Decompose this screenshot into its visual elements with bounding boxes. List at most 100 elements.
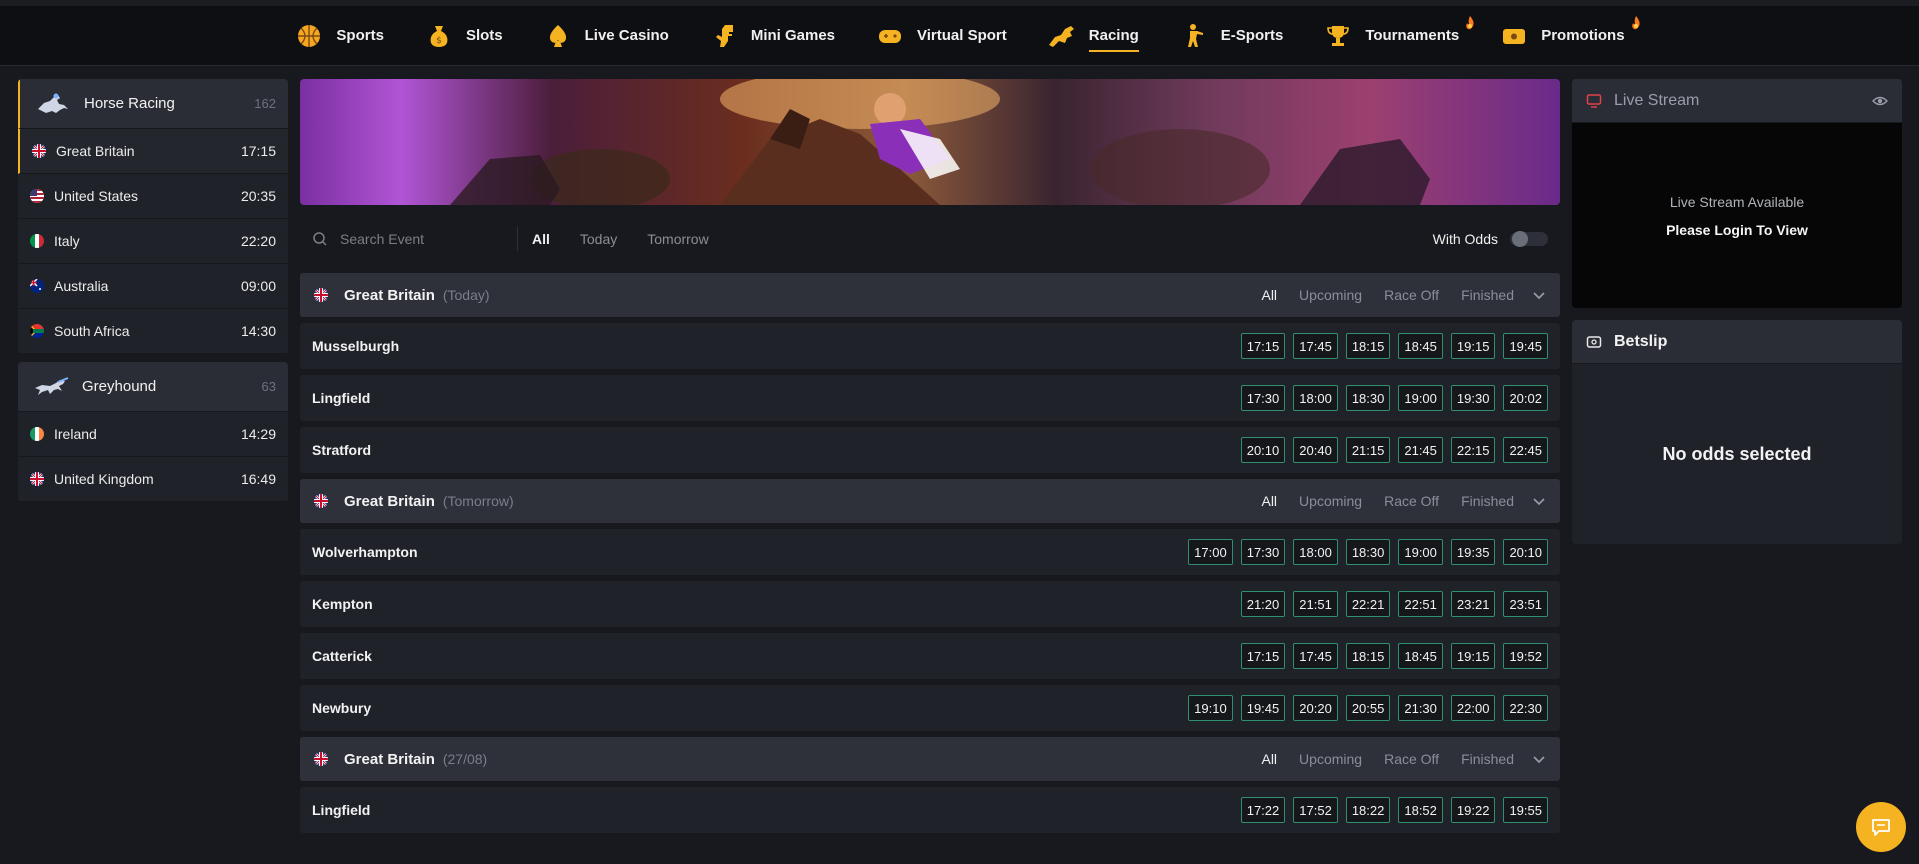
eye-icon[interactable] bbox=[1872, 93, 1888, 109]
nav-live-casino[interactable]: Live Casino bbox=[543, 6, 669, 66]
race-time-button[interactable]: 17:45 bbox=[1293, 643, 1338, 669]
horse-racing-header[interactable]: Horse Racing 162 bbox=[18, 79, 288, 129]
section-tab-upcoming[interactable]: Upcoming bbox=[1299, 751, 1362, 767]
chat-button[interactable] bbox=[1856, 802, 1906, 852]
race-time-button[interactable]: 18:30 bbox=[1345, 539, 1391, 565]
race-time-button[interactable]: 18:15 bbox=[1345, 643, 1391, 669]
event-name[interactable]: Wolverhampton bbox=[312, 544, 1188, 560]
nav-virtual-sport[interactable]: Virtual Sport bbox=[875, 6, 1007, 66]
event-name[interactable]: Musselburgh bbox=[312, 338, 1241, 354]
race-time-button[interactable]: 21:30 bbox=[1398, 695, 1443, 721]
race-time-button[interactable]: 17:30 bbox=[1240, 539, 1286, 565]
sidebar-item-united-states[interactable]: United States 20:35 bbox=[18, 174, 288, 219]
race-time-button[interactable]: 19:35 bbox=[1450, 539, 1496, 565]
race-time-button[interactable]: 21:45 bbox=[1398, 437, 1443, 463]
nav-e-sports[interactable]: E-Sports bbox=[1179, 6, 1283, 66]
race-time-button[interactable]: 18:15 bbox=[1345, 333, 1391, 359]
race-time-button[interactable]: 17:00 bbox=[1188, 539, 1233, 565]
race-time-button[interactable]: 22:21 bbox=[1345, 591, 1391, 617]
race-time-button[interactable]: 17:22 bbox=[1240, 797, 1286, 823]
race-time-button[interactable]: 20:40 bbox=[1293, 437, 1338, 463]
race-time-button[interactable]: 17:30 bbox=[1240, 385, 1286, 411]
section-tab-finished[interactable]: Finished bbox=[1461, 287, 1514, 303]
race-time-button[interactable]: 22:30 bbox=[1503, 695, 1548, 721]
section-tab-finished[interactable]: Finished bbox=[1461, 751, 1514, 767]
race-time-button[interactable]: 20:10 bbox=[1503, 539, 1548, 565]
section-tab-race-off[interactable]: Race Off bbox=[1384, 493, 1439, 509]
sidebar-item-great-britain[interactable]: Great Britain 17:15 bbox=[18, 129, 288, 174]
section-tab-all[interactable]: All bbox=[1261, 287, 1277, 303]
section-tab-race-off[interactable]: Race Off bbox=[1384, 751, 1439, 767]
event-name[interactable]: Catterick bbox=[312, 648, 1241, 664]
race-time-button[interactable]: 18:45 bbox=[1398, 333, 1443, 359]
race-time-button[interactable]: 21:51 bbox=[1293, 591, 1338, 617]
race-time-button[interactable]: 22:51 bbox=[1398, 591, 1443, 617]
sidebar-item-united-kingdom[interactable]: United Kingdom 16:49 bbox=[18, 457, 288, 502]
search-input[interactable] bbox=[338, 230, 502, 248]
event-name[interactable]: Lingfield bbox=[312, 390, 1241, 406]
event-name[interactable]: Kempton bbox=[312, 596, 1241, 612]
tab-all[interactable]: All bbox=[532, 231, 550, 247]
race-time-button[interactable]: 18:52 bbox=[1398, 797, 1443, 823]
tab-tomorrow[interactable]: Tomorrow bbox=[647, 231, 708, 247]
section-tab-all[interactable]: All bbox=[1261, 751, 1277, 767]
horse-racing-icon bbox=[38, 93, 68, 113]
nav-sports[interactable]: Sports bbox=[294, 6, 384, 66]
race-time-button[interactable]: 18:22 bbox=[1345, 797, 1391, 823]
race-time-button[interactable]: 17:15 bbox=[1240, 643, 1286, 669]
nav-slots[interactable]: $ Slots bbox=[424, 6, 503, 66]
event-row: Kempton 21:20 21:51 22:21 22:51 23:21 23:51 bbox=[300, 581, 1560, 627]
race-time-button[interactable]: 22:00 bbox=[1450, 695, 1496, 721]
race-time-button[interactable]: 23:51 bbox=[1503, 591, 1548, 617]
race-time-button[interactable]: 22:15 bbox=[1450, 437, 1496, 463]
nav-racing[interactable]: Racing bbox=[1047, 6, 1139, 66]
race-time-button[interactable]: 20:20 bbox=[1293, 695, 1338, 721]
race-time-button[interactable]: 21:15 bbox=[1345, 437, 1391, 463]
sidebar-item-italy[interactable]: Italy 22:20 bbox=[18, 219, 288, 264]
race-time-button[interactable]: 19:30 bbox=[1450, 385, 1496, 411]
race-time-button[interactable]: 19:55 bbox=[1503, 797, 1548, 823]
chevron-down-icon[interactable] bbox=[1532, 752, 1546, 766]
race-time-button[interactable]: 22:45 bbox=[1503, 437, 1548, 463]
event-name[interactable]: Stratford bbox=[312, 442, 1241, 458]
race-time-button[interactable]: 19:52 bbox=[1503, 643, 1548, 669]
with-odds-toggle[interactable] bbox=[1510, 231, 1548, 247]
race-time-button[interactable]: 17:15 bbox=[1240, 333, 1286, 359]
race-time-button[interactable]: 17:45 bbox=[1293, 333, 1338, 359]
section-tab-all[interactable]: All bbox=[1261, 493, 1277, 509]
race-time-button[interactable]: 18:45 bbox=[1398, 643, 1443, 669]
race-time-button[interactable]: 17:52 bbox=[1293, 797, 1338, 823]
race-time-button[interactable]: 23:21 bbox=[1450, 591, 1496, 617]
race-time-button[interactable]: 18:00 bbox=[1293, 385, 1338, 411]
race-time-button[interactable]: 19:00 bbox=[1398, 539, 1443, 565]
race-time-button[interactable]: 18:30 bbox=[1345, 385, 1391, 411]
race-time-button[interactable]: 21:20 bbox=[1240, 591, 1286, 617]
nav-mini-games[interactable]: Mini Games bbox=[709, 6, 835, 66]
greyhound-header[interactable]: Greyhound 63 bbox=[18, 362, 288, 412]
race-time-button[interactable]: 19:10 bbox=[1188, 695, 1233, 721]
sidebar-item-ireland[interactable]: Ireland 14:29 bbox=[18, 412, 288, 457]
race-time-button[interactable]: 20:10 bbox=[1240, 437, 1286, 463]
race-time-button[interactable]: 19:00 bbox=[1398, 385, 1443, 411]
race-time-button[interactable]: 20:02 bbox=[1503, 385, 1548, 411]
nav-promotions[interactable]: Promotions bbox=[1499, 6, 1640, 66]
section-tab-race-off[interactable]: Race Off bbox=[1384, 287, 1439, 303]
event-name[interactable]: Newbury bbox=[312, 700, 1188, 716]
sidebar-item-australia[interactable]: Australia 09:00 bbox=[18, 264, 288, 309]
race-time-button[interactable]: 19:45 bbox=[1503, 333, 1548, 359]
section-tab-upcoming[interactable]: Upcoming bbox=[1299, 493, 1362, 509]
tab-today[interactable]: Today bbox=[580, 231, 617, 247]
race-time-button[interactable]: 18:00 bbox=[1293, 539, 1338, 565]
race-time-button[interactable]: 19:22 bbox=[1450, 797, 1496, 823]
race-time-button[interactable]: 19:15 bbox=[1450, 643, 1496, 669]
section-tab-finished[interactable]: Finished bbox=[1461, 493, 1514, 509]
event-name[interactable]: Lingfield bbox=[312, 802, 1241, 818]
sidebar-item-south-africa[interactable]: South Africa 14:30 bbox=[18, 309, 288, 354]
race-time-button[interactable]: 19:45 bbox=[1240, 695, 1286, 721]
section-tab-upcoming[interactable]: Upcoming bbox=[1299, 287, 1362, 303]
race-time-button[interactable]: 20:55 bbox=[1345, 695, 1391, 721]
chevron-down-icon[interactable] bbox=[1532, 494, 1546, 508]
race-time-button[interactable]: 19:15 bbox=[1450, 333, 1496, 359]
chevron-down-icon[interactable] bbox=[1532, 288, 1546, 302]
nav-tournaments[interactable]: Tournaments bbox=[1323, 6, 1474, 66]
